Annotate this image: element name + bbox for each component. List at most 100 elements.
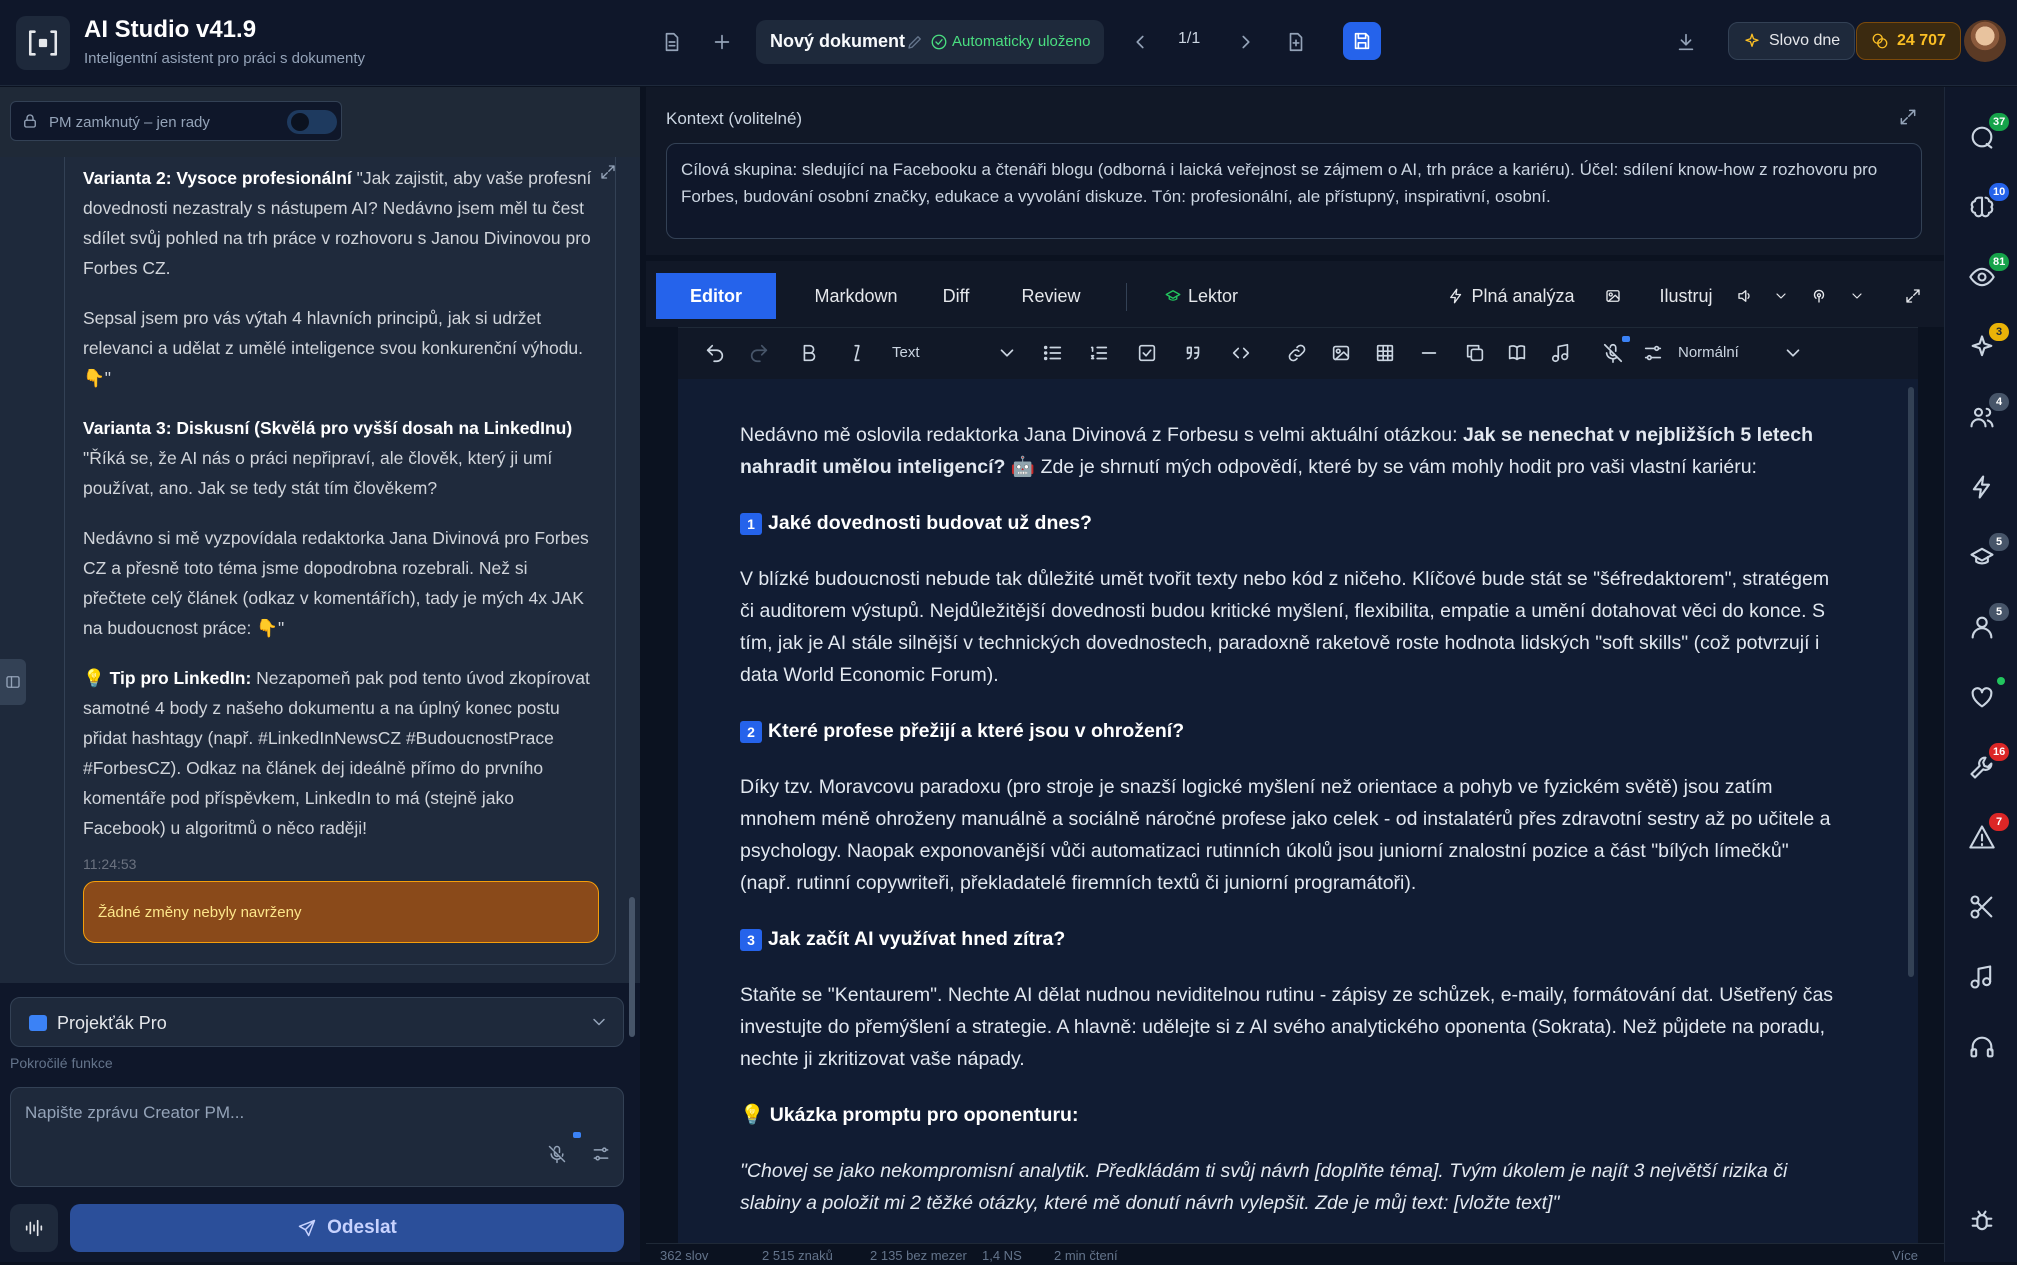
redo-icon[interactable]	[748, 342, 772, 366]
book-icon[interactable]	[1506, 342, 1530, 366]
download-icon[interactable]	[1666, 22, 1706, 62]
document-editor[interactable]: Nedávno mě oslovila redaktorka Jana Divi…	[678, 379, 1918, 1245]
expand-context-icon[interactable]	[1898, 107, 1918, 127]
wrench-tool-icon[interactable]: 16	[1945, 743, 2017, 787]
fullscreen-icon[interactable]	[1898, 273, 1928, 319]
horizontal-rule-icon[interactable]	[1418, 342, 1442, 366]
more-stats-link[interactable]: Více	[1892, 1248, 1918, 1263]
brain-tool-icon[interactable]: 10	[1945, 183, 2017, 227]
advanced-features-link[interactable]: Pokročilé funkce	[10, 1055, 113, 1071]
bug-settings-icon[interactable]	[1945, 1201, 2017, 1241]
image-icon[interactable]	[1598, 273, 1628, 319]
paragraph-style-select[interactable]: Normální	[1678, 344, 1739, 361]
copy-icon[interactable]	[1464, 342, 1488, 366]
podcast-options-chevron-icon[interactable]	[1842, 273, 1872, 319]
doc-intro-end: 🤖 Zde je shrnutí mých odpovědí, které by…	[1005, 456, 1757, 478]
italic-icon[interactable]	[846, 342, 870, 366]
table-icon[interactable]	[1374, 342, 1398, 366]
chat-scrollbar[interactable]	[629, 897, 635, 1037]
chat-tool-icon[interactable]: 37	[1945, 113, 2017, 157]
send-button[interactable]: Odeslat	[70, 1204, 624, 1252]
chevron-down-icon	[593, 1018, 605, 1026]
waveform-icon	[25, 1219, 43, 1237]
dictation-status-dot	[1622, 336, 1630, 342]
export-document-icon[interactable]	[1276, 22, 1316, 62]
full-analysis-label: Plná analýza	[1471, 285, 1575, 306]
insert-image-icon[interactable]	[1330, 342, 1354, 366]
link-icon[interactable]	[1286, 342, 1310, 366]
block-type-select[interactable]: Text	[892, 344, 920, 361]
document-icon[interactable]	[652, 22, 692, 62]
numbered-list-icon[interactable]	[1088, 342, 1112, 366]
sliders-icon[interactable]	[591, 1144, 611, 1164]
editor-scrollbar[interactable]	[1908, 387, 1914, 977]
document-name[interactable]: Nový dokument	[770, 31, 905, 52]
app-logo-icon[interactable]	[16, 16, 70, 70]
music-note-icon[interactable]	[1550, 342, 1574, 366]
autosave-status: Automaticky uloženo	[952, 33, 1091, 50]
project-icon	[29, 1015, 47, 1031]
users-tool-icon[interactable]: 4	[1945, 393, 2017, 437]
credits-button[interactable]: 24 707	[1856, 22, 1961, 60]
word-of-day-button[interactable]: Slovo dne	[1728, 22, 1856, 60]
full-analysis-button[interactable]: Plná analýza	[1446, 273, 1576, 319]
eye-tool-icon[interactable]: 81	[1945, 253, 2017, 297]
paragraph-style-chevron-icon[interactable]	[1782, 342, 1806, 366]
variant2-title: Varianta 2: Vysoce profesionální	[83, 168, 352, 188]
person-tool-icon[interactable]: 5	[1945, 603, 2017, 647]
lightning-tool-icon[interactable]	[1945, 467, 2017, 507]
next-page-icon[interactable]	[1226, 22, 1266, 62]
pm-lock-toggle[interactable]: PM zamknutý – jen rady	[10, 101, 342, 141]
tip-text: Nezapomeň pak pod tento úvod zkopírovat …	[83, 668, 590, 838]
variant3-text: "Říká se, že AI nás o práci nepřipraví, …	[83, 448, 553, 498]
section-number-badge: 1	[740, 513, 762, 535]
warning-tool-icon[interactable]: 7	[1945, 813, 2017, 857]
undo-icon[interactable]	[704, 342, 728, 366]
badge-count: 10	[1989, 183, 2010, 201]
tab-review[interactable]: Review	[996, 273, 1106, 319]
quote-icon[interactable]	[1182, 342, 1206, 366]
tab-diff[interactable]: Diff	[916, 273, 996, 319]
document-title-pill[interactable]: Nový dokument Automaticky uloženo	[756, 20, 1104, 64]
expand-icon[interactable]	[599, 163, 617, 181]
message-input[interactable]	[25, 1100, 525, 1126]
doc-intro-start: Nedávno mě oslovila redaktorka Jana Divi…	[740, 424, 1463, 446]
save-button[interactable]	[1343, 22, 1381, 60]
podcast-icon[interactable]	[1802, 273, 1836, 319]
badge-count: 5	[1989, 533, 2009, 551]
dictation-off-icon[interactable]	[1602, 342, 1626, 366]
new-document-button[interactable]	[702, 22, 742, 62]
tab-markdown[interactable]: Markdown	[796, 273, 916, 319]
user-avatar[interactable]	[1964, 20, 2006, 62]
project-select[interactable]: Projekťák Pro	[10, 997, 624, 1047]
tab-editor[interactable]: Editor	[656, 273, 776, 319]
music-tool-icon[interactable]	[1945, 957, 2017, 997]
headphones-tool-icon[interactable]	[1945, 1027, 2017, 1067]
app-subtitle: Inteligentní asistent pro práci s dokume…	[84, 50, 365, 67]
prev-page-icon[interactable]	[1120, 22, 1160, 62]
mic-off-icon[interactable]	[547, 1144, 567, 1164]
code-icon[interactable]	[1230, 342, 1254, 366]
voice-wave-button[interactable]	[10, 1204, 58, 1252]
bold-icon[interactable]	[798, 342, 822, 366]
speaker-options-chevron-icon[interactable]	[1766, 273, 1796, 319]
text-settings-icon[interactable]	[1642, 342, 1666, 366]
block-type-chevron-icon[interactable]	[996, 342, 1020, 366]
graduation-tool-icon[interactable]: 5	[1945, 533, 2017, 577]
bullet-list-icon[interactable]	[1042, 342, 1066, 366]
checklist-icon[interactable]	[1136, 342, 1160, 366]
context-textarea[interactable]: Cílová skupina: sledující na Facebooku a…	[666, 143, 1922, 239]
chat-messages[interactable]: Varianta 2: Vysoce profesionální "Jak za…	[0, 157, 640, 1037]
illustrate-button[interactable]: Ilustruj	[1636, 273, 1736, 319]
badge-count: 5	[1989, 603, 2009, 621]
sidebar-toggle-icon[interactable]	[0, 659, 26, 705]
lektor-icon	[1165, 290, 1181, 301]
scissors-tool-icon[interactable]	[1945, 887, 2017, 927]
sparkles-tool-icon[interactable]: 3	[1945, 323, 2017, 367]
speaker-icon[interactable]	[1728, 273, 1762, 319]
pencil-icon[interactable]	[906, 33, 924, 51]
pm-lock-switch[interactable]	[287, 110, 337, 134]
heart-tool-icon[interactable]	[1945, 677, 2017, 717]
tab-lektor[interactable]: Lektor	[1146, 273, 1256, 319]
badge-count: 16	[1989, 743, 2010, 761]
